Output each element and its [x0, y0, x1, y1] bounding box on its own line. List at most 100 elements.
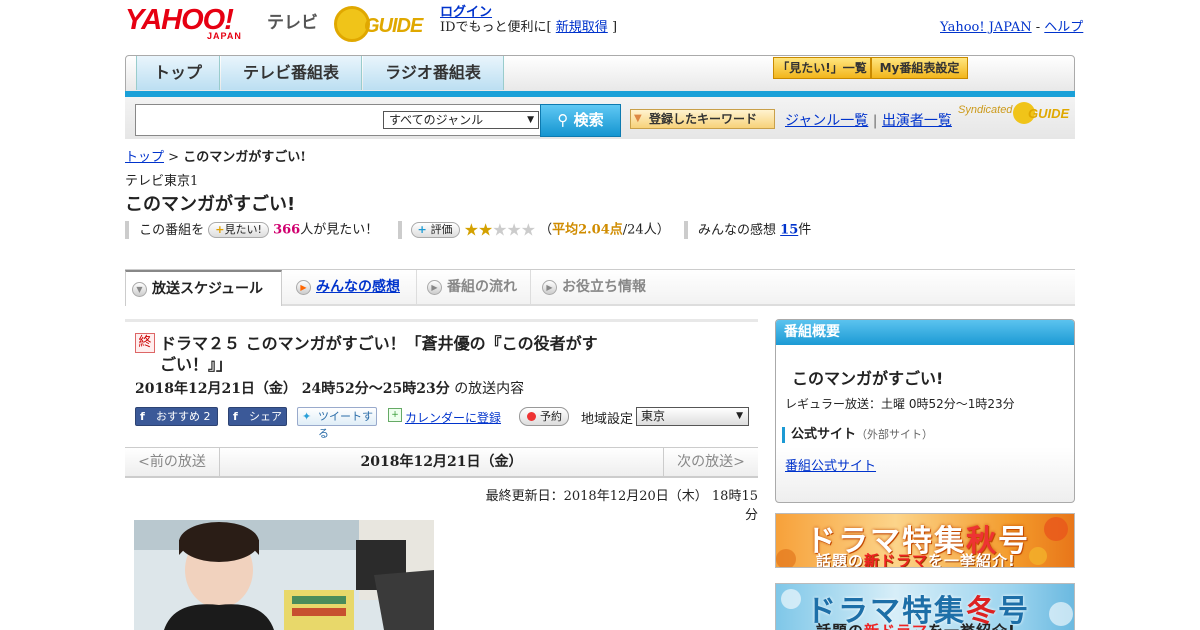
fb-recommend-button[interactable]: f おすすめ 2: [135, 407, 218, 426]
banner-small-text: 話題の新ドラマを一挙紹介!: [816, 620, 1016, 630]
tweet-button[interactable]: ✦ ツイートする: [297, 407, 377, 440]
rating-button[interactable]: + 評価: [410, 222, 460, 238]
star-icon: ★: [492, 220, 507, 240]
mitai-button[interactable]: +見たい!: [208, 222, 269, 238]
banner-small-b: 新ドラマ: [864, 622, 928, 630]
drama-winter-banner[interactable]: ドラマ特集冬号 話題の新ドラマを一挙紹介!: [775, 583, 1075, 630]
rating-button-label: 評価: [430, 223, 453, 236]
reserve-label: 予約: [540, 410, 562, 423]
program-stats: この番組を +見たい! 366人が見たい！ + 評価 ★★★★★ （平均2.04…: [125, 221, 811, 239]
calendar-icon: +: [388, 408, 402, 422]
episode-date: 2018年12月21日（金） 24時52分～25時23分 の放送内容: [135, 378, 524, 398]
register-link[interactable]: 新規取得: [556, 20, 608, 35]
subtab-label: 放送スケジュール: [152, 281, 264, 297]
subtab-impressions[interactable]: ▶ みんなの感想: [290, 270, 417, 306]
page-title: このマンガがすごい!: [125, 194, 296, 215]
link-separator: |: [872, 113, 878, 129]
next-broadcast-link[interactable]: 次の放送>: [663, 448, 758, 476]
reserve-button[interactable]: 予約: [519, 407, 569, 426]
login-close: ]: [611, 20, 618, 35]
plus-icon: +: [215, 223, 225, 236]
episode-photo-image: [134, 520, 434, 630]
subtab-flow[interactable]: ▶ 番組の流れ: [421, 270, 531, 306]
play-icon: ▶: [427, 280, 442, 295]
search-button[interactable]: ⚲ 検索: [540, 104, 621, 137]
chevron-down-icon: ▼: [132, 282, 147, 297]
region-label: 地域設定: [581, 412, 634, 427]
official-site-link[interactable]: 番組公式サイト: [785, 455, 876, 474]
facebook-icon: f: [233, 410, 238, 423]
subtab-label: お役立ち情報: [562, 279, 646, 295]
rating-average: 平均2.04点: [552, 222, 623, 238]
star-icon: ★: [477, 220, 493, 240]
subtab-info[interactable]: ▶ お役立ち情報: [536, 270, 666, 306]
star-icon: ★: [506, 220, 521, 240]
main-nav: トップ テレビ番組表 ラジオ番組表 「見たい!」一覧 My番組表設定: [125, 55, 1075, 95]
play-icon: ▶: [542, 280, 557, 295]
regular-broadcast: レギュラー放送：土曜 0時52分～1時23分: [785, 397, 1015, 411]
logo-sub-text: JAPAN: [207, 31, 242, 41]
tab-tv-schedule[interactable]: テレビ番組表: [221, 56, 362, 90]
impressions-label: みんなの感想: [698, 222, 777, 238]
genre-select[interactable]: すべてのジャンル: [383, 111, 539, 129]
banner-small-text: 話題の新ドラマを一挙紹介!: [816, 550, 1016, 568]
gguide-text: GUIDE: [364, 15, 423, 37]
subtab-label: みんなの感想: [316, 279, 400, 295]
breadcrumb-top-link[interactable]: トップ: [125, 150, 164, 165]
my-schedule-button[interactable]: My番組表設定: [871, 57, 968, 79]
subtab-label: 番組の流れ: [447, 279, 517, 295]
prev-broadcast-link[interactable]: <前の放送: [125, 448, 220, 476]
fb-share-label: シェア: [249, 410, 282, 423]
gguide-logo[interactable]: GUIDE: [334, 6, 434, 42]
subtab-schedule[interactable]: ▼ 放送スケジュール: [125, 270, 282, 306]
star-icon: ★: [463, 220, 479, 240]
login-box: ログイン IDでもっと便利に[ 新規取得 ]: [440, 5, 617, 35]
mitai-count: 366: [273, 222, 301, 238]
banner-small-a: 話題の: [816, 552, 865, 568]
rating-count: /24人: [622, 222, 657, 238]
yahoo-japan-link[interactable]: Yahoo! JAPAN: [940, 20, 1032, 35]
divider: [398, 221, 403, 239]
divider: [683, 221, 688, 239]
twitter-icon: ✦: [302, 410, 312, 423]
divider: [125, 221, 129, 239]
official-label: 公式サイト: [791, 427, 857, 442]
fb-share-button[interactable]: f シェア: [228, 407, 287, 426]
calendar-link[interactable]: カレンダーに登録: [405, 409, 501, 426]
genre-list-link[interactable]: ジャンル一覧: [785, 113, 868, 129]
episode-datetime: 2018年12月21日（金） 24時52分～25時23分: [135, 381, 450, 397]
impressions-suffix: 件: [798, 222, 812, 238]
fb-recommend-label: おすすめ 2: [156, 410, 211, 423]
login-link[interactable]: ログイン: [440, 5, 492, 20]
program-overview-box: 番組概要 このマンガがすごい! レギュラー放送：土曜 0時52分～1時23分 公…: [775, 319, 1075, 503]
episode-date-suffix: の放送内容: [454, 381, 525, 397]
banner-small-a: 話題の: [816, 622, 864, 630]
current-broadcast-date: 2018年12月21日（金）: [360, 454, 523, 470]
link-dash: -: [1031, 20, 1045, 35]
official-site-heading: 公式サイト（外部サイト）: [782, 427, 933, 443]
episode-title: ドラマ２５ このマンガがすごい！「蒼井優の『この役者がすごい！』」: [160, 334, 598, 374]
facebook-icon: f: [140, 410, 145, 423]
mitai-suffix: 人が見たい！: [300, 222, 379, 238]
impressions-count-link[interactable]: 15: [780, 223, 798, 238]
channel-name: テレビ東京1: [125, 174, 199, 189]
last-updated: 最終更新日：2018年12月20日（木） 18時15分: [485, 489, 758, 523]
yahoo-japan-logo[interactable]: YAHOO! JAPAN: [125, 6, 265, 42]
region-select[interactable]: 東京: [636, 407, 749, 426]
gguide-small-text: GUIDE: [1028, 106, 1070, 121]
logo-main-text: YAHOO!: [125, 4, 234, 36]
keyword-button[interactable]: 登録したキーワード: [630, 109, 775, 129]
genre-links: ジャンル一覧 | 出演者一覧: [785, 110, 952, 130]
star-icon: ★: [520, 220, 536, 240]
mitai-list-button[interactable]: 「見たい!」一覧: [773, 57, 871, 79]
tab-top[interactable]: トップ: [136, 56, 220, 90]
breadcrumb-current: このマンガがすごい!: [183, 150, 306, 165]
help-link[interactable]: ヘルプ: [1044, 20, 1083, 35]
tab-radio-schedule[interactable]: ラジオ番組表: [363, 56, 504, 90]
official-note: （外部サイト）: [856, 428, 934, 441]
top-right-links: Yahoo! JAPAN - ヘルプ: [940, 16, 1083, 35]
mitai-button-label: 見たい!: [224, 223, 262, 236]
drama-autumn-banner[interactable]: ドラマ特集秋号 話題の新ドラマを一挙紹介!: [775, 513, 1075, 568]
program-subtabs: ▼ 放送スケジュール ▶ みんなの感想 ▶ 番組の流れ ▶ お役立ち情報: [125, 269, 1075, 306]
performer-list-link[interactable]: 出演者一覧: [882, 113, 952, 129]
